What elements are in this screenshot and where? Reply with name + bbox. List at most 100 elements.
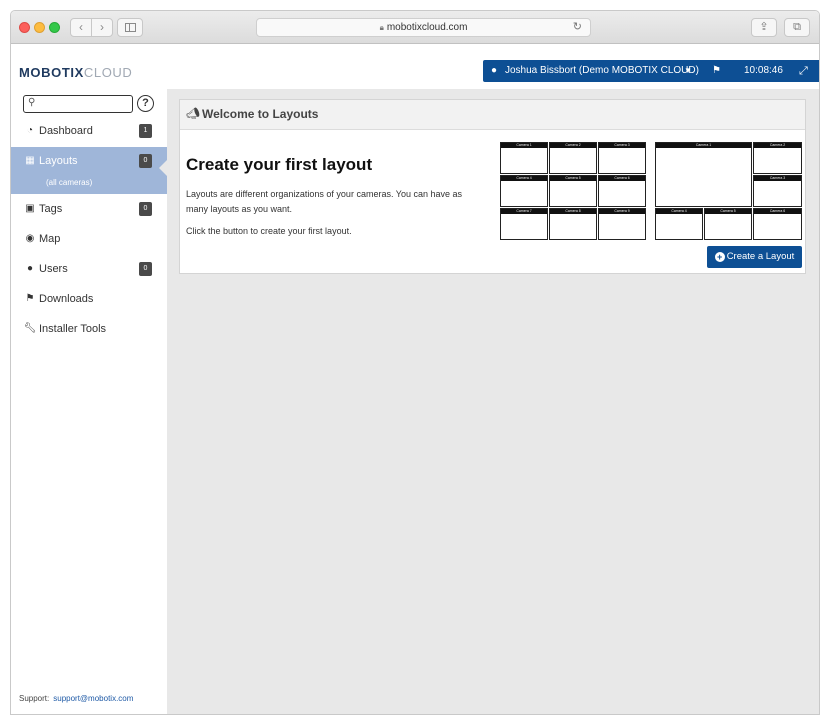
panel-header: 📣︎ Welcome to Layouts (180, 100, 805, 130)
app-header: MOBOTIXCLOUD ● Joshua Bissbort (Demo MOB… (11, 44, 819, 89)
sidebar-item-tags[interactable]: ▣ Tags 0 (11, 195, 167, 225)
layouts-description: Layouts are different organizations of y… (186, 189, 463, 214)
create-layout-label: Create a Layout (726, 251, 795, 262)
logo-part-2: CLOUD (83, 65, 133, 80)
logo-part-1: MOBOTIX (19, 65, 84, 80)
tabs-overview-button[interactable]: ⧉ (784, 18, 810, 37)
camera-tile: Camera 9 (598, 208, 646, 240)
sidebar-item-layouts[interactable]: ▦ Layouts 0 (all cameras) (11, 147, 168, 194)
camera-tile: Camera 6 (753, 208, 802, 240)
camera-tile-label: Camera 5 (705, 209, 751, 214)
sidebar-icon (124, 23, 136, 32)
camera-tile: Camera 7 (500, 208, 548, 240)
camera-tile-label: Camera 6 (599, 176, 645, 181)
flag-icon: ⚑ (25, 293, 35, 304)
share-button[interactable]: ⇪ (751, 18, 777, 37)
camera-tile-label: Camera 2 (550, 143, 596, 148)
support-label: Support: (19, 694, 50, 703)
minimize-window-button[interactable] (34, 22, 45, 33)
help-icon[interactable]: ? (137, 95, 154, 112)
mobotix-cloud-logo[interactable]: MOBOTIXCLOUD (19, 65, 132, 80)
count-badge: 0 (139, 202, 152, 216)
user-bar: ● Joshua Bissbort (Demo MOBOTIX CLOUD) ▼… (483, 60, 819, 82)
sidebar-item-dashboard[interactable]: ◔ Dashboard 1 (11, 117, 167, 147)
caret-down-icon[interactable]: ▼ (684, 60, 692, 82)
camera-tile: Camera 2 (753, 142, 802, 174)
camera-tile: Camera 6 (598, 175, 646, 207)
sidebar-item-users[interactable]: ● Users 0 (11, 255, 167, 285)
browser-titlebar: ‹ › 🔒︎ mobotixcloud.com ↻ ⇪ ⧉ (11, 11, 819, 44)
lock-icon: 🔒︎ (379, 23, 384, 32)
flag-icon[interactable]: ⚑ (712, 60, 721, 82)
camera-tile: Camera 3 (753, 175, 802, 207)
fullscreen-icon[interactable]: ⤢ (799, 60, 808, 82)
sidebar-item-label: Users (39, 263, 68, 275)
browser-window: ‹ › 🔒︎ mobotixcloud.com ↻ ⇪ ⧉ MOBOTIXCLOU… (10, 10, 820, 715)
sidebar-item-label: Map (39, 233, 61, 245)
sidebar-item-label: Downloads (39, 293, 94, 305)
sidebar-item-installer-tools[interactable]: 🔧︎ Installer Tools (11, 315, 167, 345)
camera-tile-label: Camera 5 (550, 176, 596, 181)
count-badge: 0 (139, 154, 152, 168)
zoom-window-button[interactable] (49, 22, 60, 33)
globe-icon: ◉ (25, 233, 35, 244)
camera-tile: Camera 5 (704, 208, 752, 240)
sidebar-item-label: Tags (39, 203, 63, 215)
layout-thumbnail-1plus5: Camera 1 Camera 2 Camera 3 Camera 4 Camera 5… (655, 142, 802, 240)
welcome-panel: 📣︎ Welcome to Layouts Create your first … (179, 99, 806, 274)
camera-icon: ▣ (25, 203, 35, 214)
close-window-button[interactable] (19, 22, 30, 33)
dashboard-icon: ◔ (26, 125, 34, 136)
camera-tile: Camera 1 (500, 142, 548, 174)
camera-tile: Camera 2 (549, 142, 597, 174)
layout-thumbnail-3x3: Camera 1 Camera 2 Camera 3 Camera 4 Camera 5… (500, 142, 647, 240)
sidebar-item-label: Installer Tools (39, 323, 107, 335)
layouts-instruction: Click the button to create your first la… (186, 226, 352, 236)
reload-icon[interactable]: ↻ (573, 19, 582, 36)
sidebar-item-map[interactable]: ◉ Map (11, 225, 167, 255)
panel-title: Welcome to Layouts (202, 107, 319, 121)
back-button[interactable]: ‹ (70, 18, 92, 37)
sidebar-item-sublabel[interactable]: (all cameras) (46, 178, 92, 187)
camera-tile: Camera 8 (549, 208, 597, 240)
sidebar-item-downloads[interactable]: ⚑ Downloads (11, 285, 167, 315)
search-icon: ⚲ (28, 97, 36, 108)
sidebar-item-label: Dashboard (39, 125, 93, 137)
address-bar[interactable]: 🔒︎ mobotixcloud.com ↻ (256, 18, 591, 37)
forward-button[interactable]: › (91, 18, 113, 37)
camera-tile-label: Camera 4 (501, 176, 547, 181)
create-layout-button[interactable]: + Create a Layout (707, 246, 802, 268)
camera-tile: Camera 5 (549, 175, 597, 207)
camera-tile-label: Camera 9 (599, 209, 645, 214)
camera-tile: Camera 4 (500, 175, 548, 207)
page-heading: Create your first layout (186, 155, 373, 174)
camera-tile-label: Camera 1 (501, 143, 547, 148)
count-badge: 1 (139, 124, 152, 138)
plus-circle-icon: + (714, 252, 725, 262)
user-menu[interactable]: Joshua Bissbort (Demo MOBOTIX CLOUD) (505, 60, 699, 82)
camera-tile: Camera 4 (655, 208, 703, 240)
main-content: 📣︎ Welcome to Layouts Create your first … (167, 89, 819, 714)
camera-tile-label: Camera 8 (550, 209, 596, 214)
user-icon: ● (491, 65, 498, 76)
camera-tile-label: Camera 1 (656, 143, 751, 148)
url-text: mobotixcloud.com (386, 22, 468, 33)
camera-tile-label: Camera 7 (501, 209, 547, 214)
sidebar-toggle-button[interactable] (117, 18, 143, 37)
camera-tile-label: Camera 3 (754, 176, 801, 181)
count-badge: 0 (139, 262, 152, 276)
megaphone-icon: 📣︎ (186, 108, 200, 120)
camera-tile-label: Camera 6 (754, 209, 801, 214)
camera-tile-label: Camera 2 (754, 143, 801, 148)
users-icon: ● (26, 263, 34, 274)
camera-tile: Camera 1 (655, 142, 752, 207)
wrench-icon: 🔧︎ (23, 323, 37, 334)
support-footer: Support: support@mobotix.com (19, 694, 133, 703)
sidebar-item-label: Layouts (39, 155, 78, 167)
clock-display: 10:08:46 (744, 65, 783, 76)
search-input[interactable]: ⚲ (23, 95, 133, 113)
camera-tile-label: Camera 3 (599, 143, 645, 148)
camera-tile-label: Camera 4 (656, 209, 702, 214)
layouts-icon: ▦ (25, 155, 35, 166)
support-email-link[interactable]: support@mobotix.com (53, 694, 133, 703)
